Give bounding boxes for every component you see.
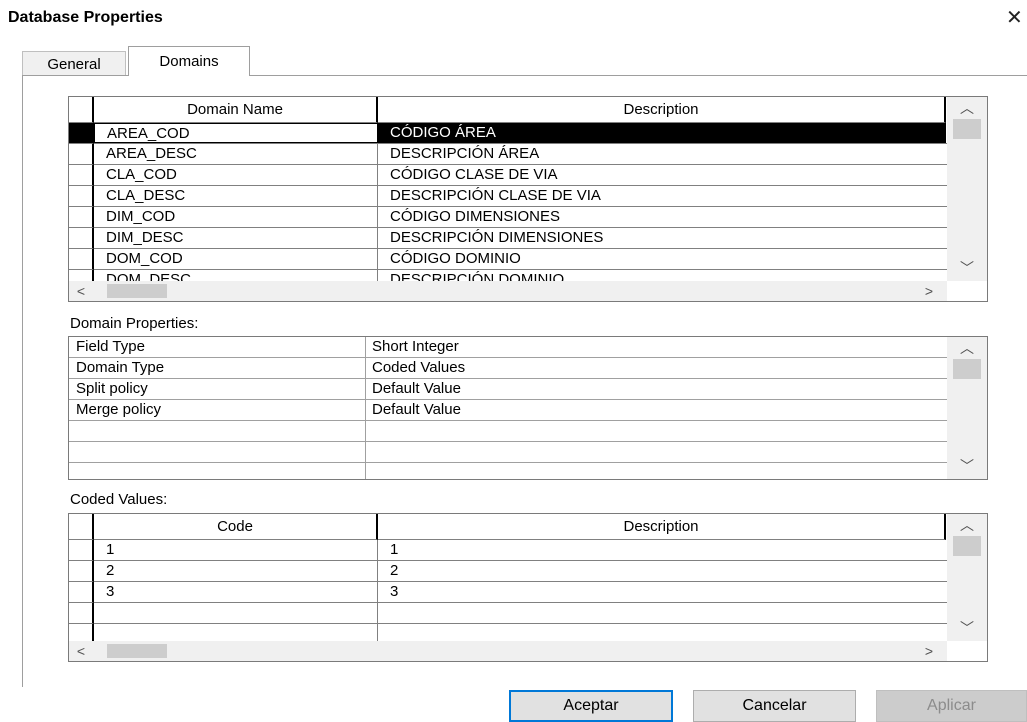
table-row[interactable]: AREA_COD CÓDIGO ÁREA	[94, 123, 947, 144]
domain-name-cell[interactable]: AREA_DESC	[94, 144, 378, 164]
scroll-thumb[interactable]	[953, 359, 981, 379]
domain-properties-label: Domain Properties:	[70, 315, 199, 332]
coded-values-label: Coded Values:	[70, 491, 168, 508]
row-selector[interactable]	[69, 249, 94, 270]
close-icon[interactable]: ✕	[1006, 8, 1023, 28]
property-value[interactable]: Coded Values	[365, 358, 945, 378]
row-selector[interactable]	[69, 123, 94, 144]
table-row[interactable]: DIM_COD CÓDIGO DIMENSIONES	[94, 207, 947, 228]
row-selector[interactable]	[69, 207, 94, 228]
domain-name-cell[interactable]: DOM_COD	[94, 249, 378, 269]
scroll-thumb[interactable]	[107, 644, 167, 658]
domain-name-cell[interactable]: DIM_DESC	[94, 228, 378, 248]
description-cell[interactable]: DESCRIPCIÓN ÁREA	[378, 144, 946, 164]
property-value[interactable]: Default Value	[365, 379, 945, 399]
domains-table[interactable]: Domain Name Description AREA_COD CÓDIGO Á…	[68, 96, 988, 302]
property-value[interactable]: Short Integer	[365, 337, 945, 357]
properties-vscroll[interactable]: ︿ ﹀	[947, 337, 987, 479]
table-row[interactable]	[94, 603, 947, 624]
description-cell[interactable]: CÓDIGO DOMINIO	[378, 249, 946, 269]
tab-general[interactable]: General	[22, 51, 126, 75]
property-key: Domain Type	[76, 359, 165, 376]
table-row[interactable]: CLA_DESC DESCRIPCIÓN CLASE DE VIA	[94, 186, 947, 207]
chevron-left-icon[interactable]: <	[73, 284, 89, 298]
property-key: Merge policy	[76, 401, 162, 418]
description-cell[interactable]: 2	[378, 561, 946, 581]
coded-values-table[interactable]: Code Description 112233 ︿ ﹀ < >	[68, 513, 988, 662]
row-selector[interactable]	[69, 144, 94, 165]
table-row[interactable]: AREA_DESC DESCRIPCIÓN ÁREA	[94, 144, 947, 165]
chevron-down-icon[interactable]: ﹀	[947, 459, 987, 473]
property-value[interactable]: Default Value	[365, 400, 945, 420]
table-row[interactable]: 22	[94, 561, 947, 582]
row-selector[interactable]	[69, 561, 94, 582]
table-row[interactable]	[69, 421, 947, 442]
apply-button[interactable]: Aplicar	[876, 690, 1027, 722]
table-row[interactable]: Merge policy Default Value	[69, 400, 947, 421]
description-cell[interactable]: CÓDIGO CLASE DE VIA	[378, 165, 946, 185]
domain-name-cell[interactable]: DIM_COD	[94, 207, 378, 227]
table-row[interactable]: DOM_COD CÓDIGO DOMINIO	[94, 249, 947, 270]
domains-vscroll[interactable]: ︿ ﹀	[947, 97, 987, 281]
description-cell[interactable]: DESCRIPCIÓN CLASE DE VIA	[378, 186, 946, 206]
table-row[interactable]: Field Type Short Integer	[69, 337, 947, 358]
code-cell[interactable]	[94, 603, 378, 623]
code-cell[interactable]: 3	[94, 582, 378, 602]
row-selector[interactable]	[69, 228, 94, 249]
chevron-right-icon[interactable]: >	[921, 644, 937, 658]
domain-properties-table[interactable]: Field Type Short Integer Domain Type Coded …	[68, 336, 988, 480]
domains-hscroll[interactable]: < >	[69, 281, 947, 301]
scroll-thumb[interactable]	[107, 284, 167, 298]
coded-values-vscroll[interactable]: ︿ ﹀	[947, 514, 987, 641]
domain-name-cell[interactable]: CLA_COD	[94, 165, 378, 185]
description-cell[interactable]: 1	[378, 540, 946, 560]
description-header[interactable]: Description	[378, 514, 946, 540]
column-divider	[365, 337, 366, 479]
row-selector[interactable]	[69, 582, 94, 603]
code-cell[interactable]: 1	[94, 540, 378, 560]
row-selector[interactable]	[69, 603, 94, 624]
domain-name-cell[interactable]: CLA_DESC	[94, 186, 378, 206]
row-selector[interactable]	[69, 540, 94, 561]
description-cell[interactable]	[378, 603, 946, 623]
table-row[interactable]	[69, 442, 947, 463]
row-selector-column	[69, 97, 94, 291]
table-row[interactable]: CLA_COD CÓDIGO CLASE DE VIA	[94, 165, 947, 186]
chevron-right-icon[interactable]: >	[921, 284, 937, 298]
chevron-up-icon[interactable]: ︿	[947, 101, 987, 115]
window-title: Database Properties	[8, 9, 163, 26]
scroll-thumb[interactable]	[953, 119, 981, 139]
table-row[interactable]: 11	[94, 540, 947, 561]
chevron-left-icon[interactable]: <	[73, 644, 89, 658]
description-cell[interactable]: 3	[378, 582, 946, 602]
row-selector[interactable]	[69, 165, 94, 186]
code-cell[interactable]: 2	[94, 561, 378, 581]
tab-domains[interactable]: Domains	[128, 46, 250, 76]
row-selector-column	[69, 514, 94, 645]
description-cell[interactable]: DESCRIPCIÓN DIMENSIONES	[378, 228, 946, 248]
domain-name-cell[interactable]: AREA_COD	[94, 123, 378, 143]
chevron-down-icon[interactable]: ﹀	[947, 261, 987, 275]
table-row[interactable]: 33	[94, 582, 947, 603]
chevron-down-icon[interactable]: ﹀	[947, 621, 987, 635]
description-cell[interactable]: CÓDIGO ÁREA	[378, 123, 946, 143]
domain-name-header[interactable]: Domain Name	[94, 97, 378, 123]
cancel-button[interactable]: Cancelar	[693, 690, 856, 722]
description-cell[interactable]: CÓDIGO DIMENSIONES	[378, 207, 946, 227]
code-header[interactable]: Code	[94, 514, 378, 540]
property-key: Split policy	[76, 380, 148, 397]
chevron-up-icon[interactable]: ︿	[947, 341, 987, 355]
property-key: Field Type	[76, 338, 145, 355]
description-header[interactable]: Description	[378, 97, 946, 123]
table-row[interactable]: DIM_DESC DESCRIPCIÓN DIMENSIONES	[94, 228, 947, 249]
chevron-up-icon[interactable]: ︿	[947, 518, 987, 532]
scroll-thumb[interactable]	[953, 536, 981, 556]
row-selector[interactable]	[69, 186, 94, 207]
table-row[interactable]: Split policy Default Value	[69, 379, 947, 400]
coded-values-hscroll[interactable]: < >	[69, 641, 947, 661]
ok-button[interactable]: Aceptar	[509, 690, 673, 722]
table-row[interactable]: Domain Type Coded Values	[69, 358, 947, 379]
